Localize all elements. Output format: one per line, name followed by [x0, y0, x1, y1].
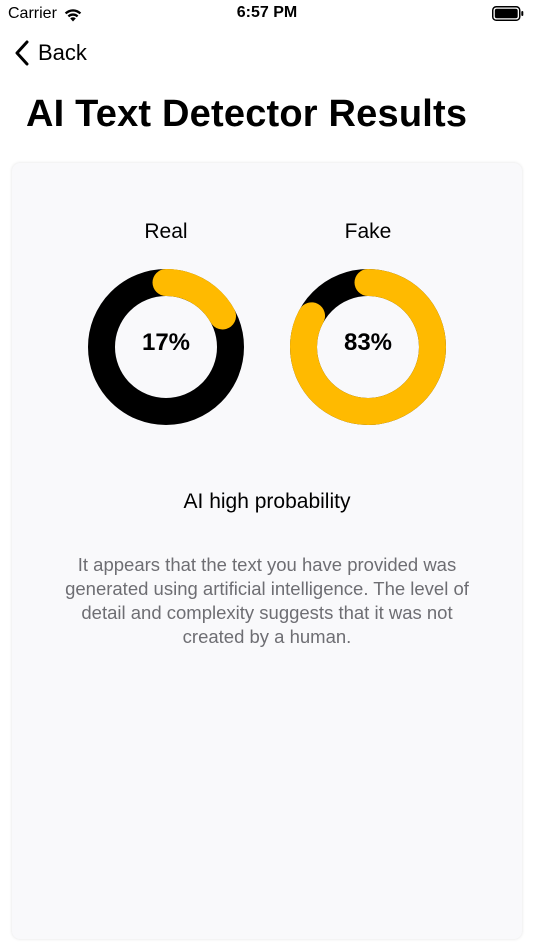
fake-gauge: Fake 83%: [288, 217, 448, 427]
back-label: Back: [38, 40, 87, 65]
fake-gauge-ring: 83%: [288, 267, 448, 427]
page-title: AI Text Detector Results: [26, 93, 468, 135]
result-heading: AI high probability: [183, 490, 351, 513]
chevron-left-icon: [15, 40, 29, 66]
battery-icon: [492, 6, 524, 21]
real-gauge-label: Real: [144, 220, 188, 243]
fake-gauge-value: 83%: [343, 329, 393, 356]
real-gauge-ring: 17%: [86, 267, 246, 427]
back-button[interactable]: Back: [14, 40, 87, 66]
real-gauge: Real 17%: [86, 217, 246, 427]
fake-gauge-label: Fake: [344, 220, 392, 243]
result-description: It appears that the text you have provid…: [65, 554, 469, 647]
status-time: 6:57 PM: [236, 4, 298, 21]
results-card: Real 17% Fake 83% AI high probability It…: [12, 163, 522, 939]
status-bar: Carrier 6:57 PM: [0, 0, 534, 30]
real-gauge-value: 17%: [141, 329, 191, 356]
